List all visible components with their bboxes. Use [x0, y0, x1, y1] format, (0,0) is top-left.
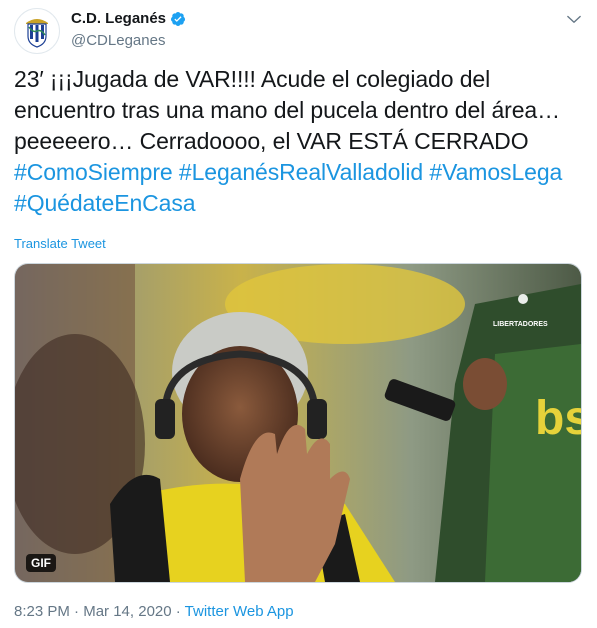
translate-tweet-link[interactable]: Translate Tweet	[14, 236, 106, 251]
account-name-row[interactable]: C.D. Leganés	[71, 10, 186, 27]
avatar[interactable]	[14, 8, 60, 54]
verified-badge-icon	[170, 11, 186, 27]
hashtag-link[interactable]: #VamosLega	[429, 159, 562, 185]
gif-overlay-text: LIBERTADORES	[493, 321, 548, 328]
tweet-time[interactable]: 8:23 PM	[14, 603, 70, 620]
tweet-body-text: 23′ ¡¡¡Jugada de VAR!!!! Acude el colegi…	[14, 66, 560, 154]
meta-separator: ·	[171, 603, 185, 620]
tweet-media-gif[interactable]: bs LIBERTADORES GIF	[14, 263, 582, 583]
meta-separator: ·	[69, 603, 84, 620]
tweet-source-link[interactable]: Twitter Web App	[185, 603, 294, 620]
gif-badge: GIF	[26, 554, 56, 572]
tweet-date[interactable]: Mar 14, 2020	[83, 603, 171, 620]
tweet-text: 23′ ¡¡¡Jugada de VAR!!!! Acude el colegi…	[14, 64, 584, 219]
tweet-meta: 8:23 PM · Mar 14, 2020 · Twitter Web App	[14, 603, 294, 620]
account-handle[interactable]: @CDLeganes	[71, 32, 165, 49]
hashtag-link[interactable]: #ComoSiempre	[14, 159, 173, 185]
cd-leganes-crest-icon	[16, 10, 58, 52]
svg-text:bs: bs	[535, 392, 581, 445]
account-name[interactable]: C.D. Leganés	[71, 10, 166, 27]
gif-still-image: bs LIBERTADORES	[15, 264, 581, 582]
hashtag-link[interactable]: #LeganésRealValladolid	[179, 159, 423, 185]
chevron-down-icon[interactable]	[565, 10, 583, 28]
hashtag-link[interactable]: #QuédateEnCasa	[14, 190, 196, 216]
